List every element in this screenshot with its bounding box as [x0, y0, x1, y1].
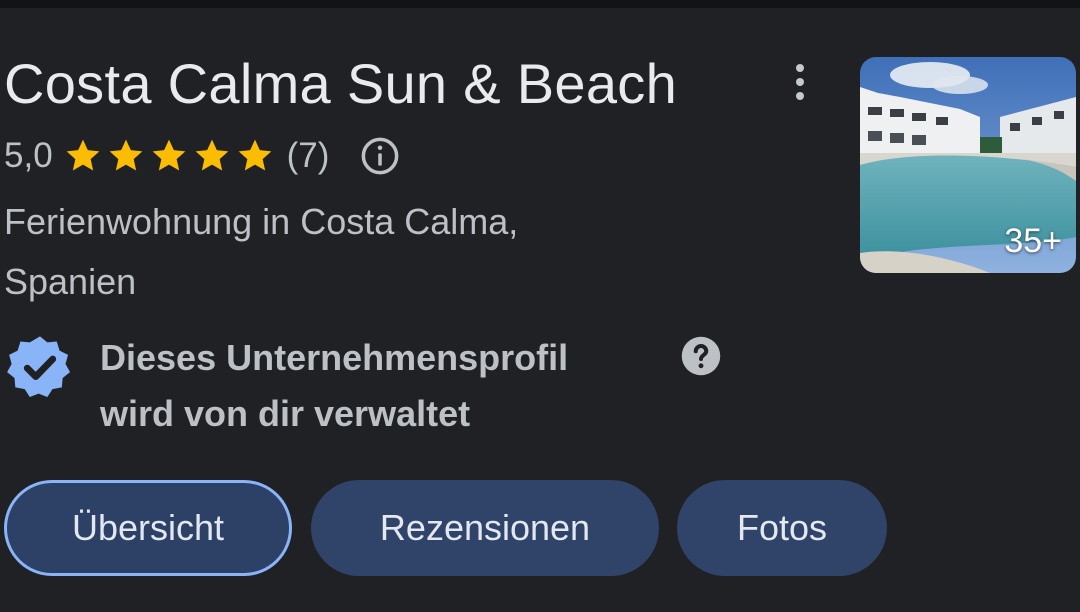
photo-count-badge: 35+ [1004, 222, 1062, 260]
place-photo-thumbnail[interactable]: 35+ [860, 57, 1076, 273]
place-name: Costa Calma Sun & Beach [4, 52, 678, 115]
star-icon [195, 139, 228, 171]
notice-line: wird von dir verwaltet [100, 393, 471, 434]
tab-reviews[interactable]: Rezensionen [311, 480, 659, 576]
star-icon [152, 139, 185, 171]
rating-value: 5,0 [4, 136, 53, 175]
category-line: Ferienwohnung in Costa Calma, [4, 201, 519, 242]
tab-photos[interactable]: Fotos [677, 480, 887, 576]
tab-overview[interactable]: Übersicht [4, 480, 292, 576]
place-category: Ferienwohnung in Costa Calma, Spanien [4, 192, 724, 312]
star-icon [109, 139, 142, 171]
info-icon[interactable] [359, 135, 401, 177]
category-line: Spanien [4, 261, 137, 302]
top-divider [0, 0, 1080, 8]
star-rating [63, 136, 275, 176]
rating-row: 5,0 (7) [4, 132, 401, 180]
notice-line: Dieses Unternehmensprofil [100, 337, 569, 378]
managed-profile-notice: Dieses Unternehmensprofil wird von dir v… [100, 330, 660, 442]
more-options-button[interactable] [780, 58, 820, 106]
verified-badge-icon [7, 336, 71, 398]
star-icon [66, 139, 99, 171]
star-icon [238, 139, 271, 171]
review-count[interactable]: (7) [287, 136, 330, 176]
more-vert-icon [796, 64, 804, 72]
help-icon[interactable] [680, 335, 722, 377]
